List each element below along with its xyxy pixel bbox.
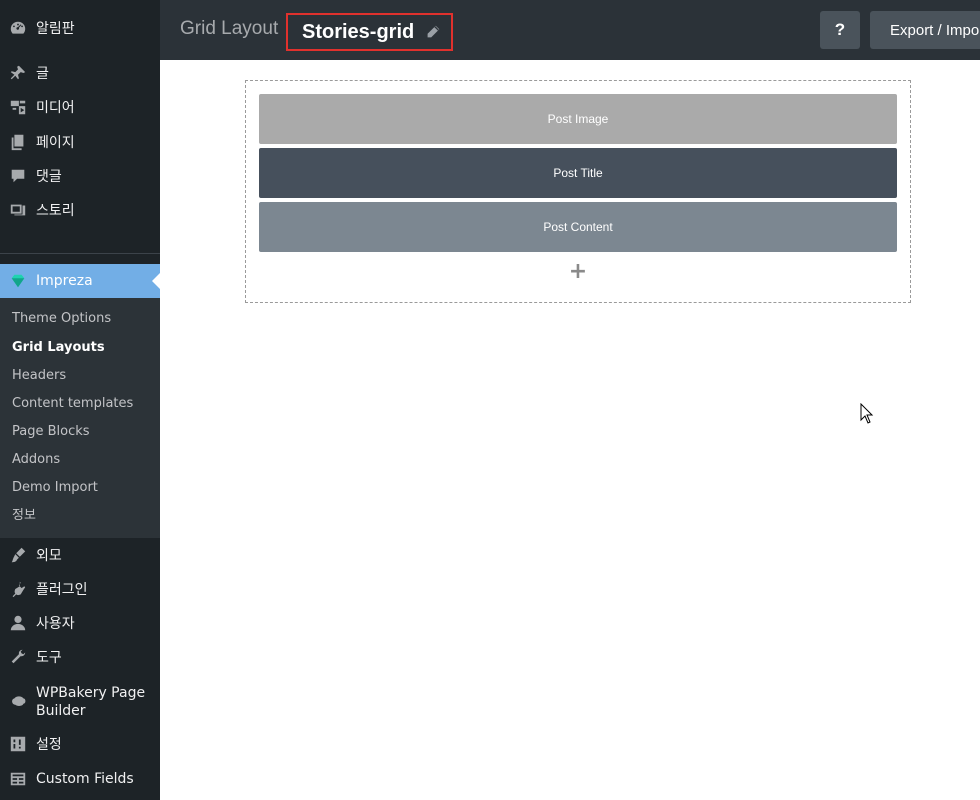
settings-icon (8, 734, 28, 754)
pin-icon (8, 63, 28, 83)
stories-icon (8, 200, 28, 220)
sidebar-item-appearance[interactable]: 외모 (0, 538, 160, 572)
current-menu-arrow (152, 273, 160, 289)
sidebar-item-dashboard[interactable]: 알림판 (0, 11, 160, 45)
sidebar-item-tools[interactable]: 도구 (0, 640, 160, 674)
submenu-headers[interactable]: Headers (12, 366, 66, 386)
sidebar-item-label: 도구 (36, 650, 62, 666)
tools-icon (8, 647, 28, 667)
sidebar-separator (0, 253, 160, 254)
custom-fields-icon (8, 769, 28, 789)
sidebar-item-label: 스토리 (36, 203, 75, 219)
add-element-button[interactable]: + (568, 259, 588, 284)
sidebar-item-label: 사용자 (36, 616, 75, 632)
sidebar-item-wpbakery[interactable]: WPBakery Page Builder (0, 680, 160, 724)
submenu-grid-layouts[interactable]: Grid Layouts (12, 338, 105, 358)
appearance-icon (8, 545, 28, 565)
sidebar-item-media[interactable]: 미디어 (0, 90, 160, 124)
sidebar-item-label: 설정 (36, 737, 62, 753)
pencil-icon[interactable] (424, 23, 442, 41)
media-icon (8, 97, 28, 117)
dashboard-icon (8, 18, 28, 38)
sidebar-item-impreza[interactable]: Impreza (0, 264, 160, 298)
submenu-theme-options[interactable]: Theme Options (12, 309, 111, 329)
submenu-addons[interactable]: Addons (12, 450, 60, 470)
sidebar-item-label: 페이지 (36, 135, 75, 151)
sidebar-item-label: 플러그인 (36, 582, 88, 598)
post-title-element[interactable]: Post Title (259, 148, 897, 198)
submenu-info[interactable]: 정보 (12, 506, 36, 526)
sidebar-item-pages[interactable]: 페이지 (0, 125, 160, 159)
sidebar-item-label: 알림판 (36, 21, 75, 37)
sidebar-item-label: WPBakery Page Builder (36, 685, 146, 719)
submenu-page-blocks[interactable]: Page Blocks (12, 422, 90, 442)
sidebar-item-comments[interactable]: 댓글 (0, 159, 160, 193)
page-title: Stories-grid (302, 20, 415, 43)
export-import-button[interactable]: Export / Import (870, 11, 980, 49)
sidebar-item-posts[interactable]: 글 (0, 56, 160, 90)
sidebar-item-label: 글 (36, 66, 49, 82)
sidebar-item-label: 외모 (36, 548, 62, 564)
sidebar-item-plugins[interactable]: 플러그인 (0, 572, 160, 606)
sidebar-item-stories[interactable]: 스토리 (0, 193, 160, 227)
editor-topbar: Grid Layout Stories-grid ? Export / Impo… (160, 0, 980, 60)
help-button[interactable]: ? (820, 11, 860, 49)
pages-icon (8, 132, 28, 152)
layout-title-field[interactable]: Stories-grid (286, 13, 453, 51)
sidebar-item-users[interactable]: 사용자 (0, 606, 160, 640)
submenu-demo-import[interactable]: Demo Import (12, 478, 98, 498)
impreza-gem-icon (8, 271, 28, 291)
mouse-cursor-icon (860, 403, 874, 424)
plugins-icon (8, 579, 28, 599)
breadcrumb[interactable]: Grid Layout (180, 18, 278, 40)
sidebar-item-label: 댓글 (36, 169, 62, 185)
sidebar-item-label: 미디어 (36, 100, 75, 116)
wpbakery-icon (8, 692, 28, 712)
grid-layout-canvas: Post Image Post Title Post Content + (245, 80, 911, 303)
users-icon (8, 613, 28, 633)
post-image-element[interactable]: Post Image (259, 94, 897, 144)
sidebar-item-label: Impreza (36, 273, 93, 289)
sidebar-item-label: Custom Fields (36, 771, 134, 787)
post-content-element[interactable]: Post Content (259, 202, 897, 252)
sidebar-item-settings[interactable]: 설정 (0, 727, 160, 761)
admin-sidebar: 알림판 글 미디어 페이지 댓글 스토리 Impreza Theme Optio… (0, 0, 160, 800)
sidebar-item-custom-fields[interactable]: Custom Fields (0, 762, 160, 796)
comments-icon (8, 166, 28, 186)
submenu-content-templates[interactable]: Content templates (12, 394, 133, 414)
impreza-submenu: Theme Options Grid Layouts Headers Conte… (0, 298, 160, 538)
